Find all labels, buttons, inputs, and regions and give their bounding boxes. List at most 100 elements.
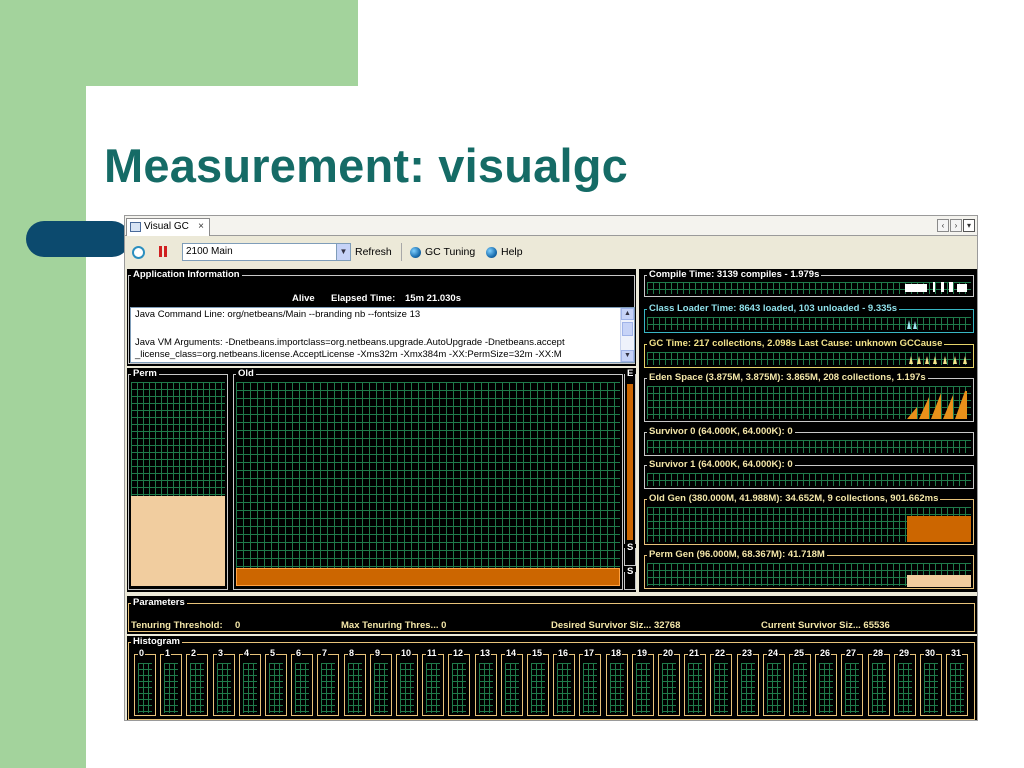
help-button[interactable]: Help: [486, 243, 523, 261]
old-space-grid: [236, 382, 620, 586]
survivor-1-frame: S: [624, 566, 636, 590]
scroll-thumb[interactable]: [622, 322, 633, 336]
slide-title: Measurement: visualgc: [104, 139, 628, 192]
command-line-text: Java Command Line: org/netbeans/Main --b…: [135, 309, 421, 320]
histogram-bin-label: 7: [321, 648, 329, 659]
gc-time-spikes: [909, 356, 967, 364]
slide-green-band: [0, 0, 358, 86]
compile-time-spikes: [905, 282, 967, 292]
old-gen-usage-fill: [907, 516, 971, 542]
perm-gen-usage-fill: [907, 575, 971, 587]
histogram-bin-label: 0: [138, 648, 146, 659]
histogram-bin-label: 4: [243, 648, 251, 659]
histogram-bin: 26: [815, 648, 837, 716]
tenuring-threshold-label: Tenuring Threshold:: [131, 620, 223, 631]
process-select-value: 2100 Main: [186, 246, 233, 257]
histogram-bin: 6: [291, 648, 313, 716]
elapsed-label: Elapsed Time:: [331, 293, 396, 304]
process-select[interactable]: 2100 Main ▼: [182, 243, 351, 261]
histogram-bin-label: 18: [610, 648, 623, 659]
histogram-bin-grid: [295, 663, 309, 713]
clock-icon[interactable]: [131, 244, 146, 260]
survivor-0-frame: S: [624, 542, 636, 566]
histogram-bin: 22: [710, 648, 732, 716]
spaces-panel: Perm Old E S S: [127, 368, 636, 592]
histogram-bin: 15: [527, 648, 549, 716]
histogram-bin-grid: [872, 663, 886, 713]
histogram-bin: 10: [396, 648, 418, 716]
histogram-bin-grid: [688, 663, 702, 713]
s0-label: S: [625, 542, 636, 554]
desired-survivor-size: Desired Survivor Siz... 32768: [551, 620, 681, 631]
histogram-panel: Histogram 0 1 2 3 4 5 6 7 8 9 10 11 12 13 14 15 16 17 18 19…: [127, 636, 977, 720]
close-icon[interactable]: ×: [198, 219, 204, 235]
histogram-bin-label: 27: [845, 648, 858, 659]
status-text: Alive: [292, 293, 315, 304]
histogram-bin-label: 14: [505, 648, 518, 659]
tab-visual-gc[interactable]: Visual GC ×: [126, 218, 210, 236]
scroll-up-icon[interactable]: ▲: [621, 308, 634, 320]
histogram-bin-label: 8: [348, 648, 356, 659]
vm-args-text: Java VM Arguments: -Dnetbeans.importclas…: [135, 337, 565, 348]
class-loader-graph: Class Loader Time: 8643 loaded, 103 unlo…: [644, 303, 974, 333]
eden-label: E: [625, 368, 636, 380]
old-gen-graph: Old Gen (380.000M, 41.988M): 34.652M, 9 …: [644, 493, 974, 545]
survivor-1-label: Survivor 1 (64.000K, 64.000K): 0: [647, 459, 795, 471]
gc-tuning-button[interactable]: GC Tuning: [410, 243, 475, 261]
histogram-bin-grid: [505, 663, 519, 713]
histogram-bin-grid: [138, 663, 152, 713]
histogram-bin: 8: [344, 648, 366, 716]
histogram-bin-grid: [845, 663, 859, 713]
histogram-bin-grid: [950, 663, 964, 713]
histogram-bin-grid: [898, 663, 912, 713]
parameters-panel: Parameters Tenuring Threshold: 0 Max Ten…: [127, 596, 977, 634]
histogram-title: Histogram: [131, 636, 182, 648]
histogram-bin: 3: [213, 648, 235, 716]
chevron-down-icon[interactable]: ▼: [336, 244, 350, 260]
histogram-bin: 1: [160, 648, 182, 716]
scroll-down-icon[interactable]: ▼: [621, 350, 634, 362]
globe-icon: [486, 246, 497, 258]
histogram-bin-grid: [348, 663, 362, 713]
histogram-bin-grid: [269, 663, 283, 713]
histogram-bin-label: 12: [452, 648, 465, 659]
survivor-1-grid: [647, 473, 971, 486]
perm-label: Perm: [131, 368, 159, 380]
histogram-bin-label: 6: [295, 648, 303, 659]
refresh-button[interactable]: Refresh: [355, 243, 392, 261]
histogram-bin-grid: [531, 663, 545, 713]
visual-gc-window: Visual GC × ‹ › ▾ 2100 Main ▼ Refresh GC…: [124, 215, 978, 721]
command-line-textarea[interactable]: Java Command Line: org/netbeans/Main --b…: [130, 307, 635, 363]
histogram-bin-grid: [557, 663, 571, 713]
histogram-bin: 11: [422, 648, 444, 716]
histogram-bin: 19: [632, 648, 654, 716]
window-icon: [130, 222, 141, 232]
pause-icon[interactable]: [158, 244, 168, 260]
histogram-bin: 25: [789, 648, 811, 716]
histogram-bin-label: 22: [714, 648, 727, 659]
elapsed-value: 15m 21.030s: [405, 293, 461, 304]
vm-args-text-2: _license_class=org.netbeans.license.Acce…: [135, 349, 562, 360]
slide: Measurement: visualgc Visual GC × ‹ › ▾ …: [0, 0, 1024, 768]
tab-list-dropdown[interactable]: ▾: [963, 219, 975, 232]
histogram-bin: 21: [684, 648, 706, 716]
histogram-bin-label: 24: [767, 648, 780, 659]
histogram-bin: 17: [579, 648, 601, 716]
histogram-bin: 18: [606, 648, 628, 716]
application-information-panel: Application Information Alive Elapsed Ti…: [127, 269, 636, 366]
gc-time-graph: GC Time: 217 collections, 2.098s Last Ca…: [644, 338, 974, 368]
histogram-bin-label: 21: [688, 648, 701, 659]
slide-accent-pill: [26, 221, 130, 257]
scroll-left-button[interactable]: ‹: [937, 219, 949, 232]
survivor-0-graph: Survivor 0 (64.000K, 64.000K): 0: [644, 426, 974, 456]
scroll-right-button[interactable]: ›: [950, 219, 962, 232]
compile-time-graph: Compile Time: 3139 compiles - 1.979s: [644, 269, 974, 297]
eden-space-sawtooth: [907, 391, 967, 419]
vertical-scrollbar[interactable]: ▲ ▼: [620, 308, 634, 362]
class-loader-label: Class Loader Time: 8643 loaded, 103 unlo…: [647, 303, 899, 315]
histogram-bin-label: 3: [217, 648, 225, 659]
current-survivor-size: Current Survivor Siz... 65536: [761, 620, 890, 631]
histogram-bin: 24: [763, 648, 785, 716]
histogram-bin-label: 20: [662, 648, 675, 659]
histogram-bin-grid: [321, 663, 335, 713]
